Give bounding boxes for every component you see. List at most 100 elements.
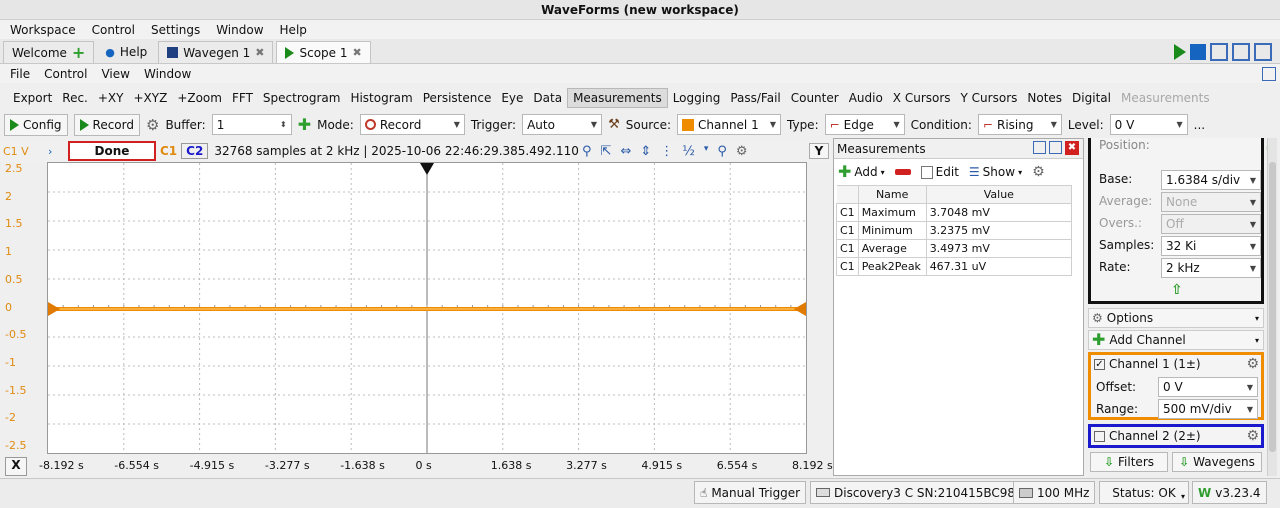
settings-scrollbar[interactable]: [1267, 138, 1277, 476]
table-row[interactable]: C1 Peak2Peak 467.31 uV: [836, 257, 1073, 276]
zoom-icon[interactable]: ⚲: [582, 144, 592, 159]
tab-welcome[interactable]: Welcome +: [3, 41, 95, 63]
settings-gear-icon[interactable]: ⚙: [1246, 428, 1259, 444]
samples-select[interactable]: 32 Ki ▼: [1161, 236, 1261, 256]
offset-input[interactable]: 0 V ▼: [1158, 377, 1258, 397]
scale-y-icon[interactable]: ⇱: [601, 144, 612, 159]
wavegens-button[interactable]: ⇩ Wavegens: [1172, 452, 1262, 472]
table-row[interactable]: C1 Average 3.4973 mV: [836, 239, 1073, 258]
trigger-select[interactable]: Auto ▼: [522, 114, 603, 135]
base-select[interactable]: 1.6384 s/div ▼: [1161, 170, 1261, 190]
spin-arrows-icon[interactable]: ⬍: [280, 120, 287, 129]
options-dropdown[interactable]: ⚙ Options ▾: [1088, 308, 1264, 328]
toolbar-passfail[interactable]: Pass/Fail: [725, 89, 785, 107]
x-axis-button[interactable]: X: [5, 457, 27, 476]
toolbar-counter[interactable]: Counter: [786, 89, 844, 107]
c2-toggle[interactable]: C2: [181, 143, 209, 159]
toolbar-xyz[interactable]: +XYZ: [128, 89, 172, 107]
align-icon[interactable]: ⋮: [660, 144, 673, 159]
window-cascade-icon[interactable]: [1210, 43, 1228, 61]
toolbar-spectrogram[interactable]: Spectrogram: [258, 89, 346, 107]
toolbar-digital[interactable]: Digital: [1067, 89, 1116, 107]
menu-window[interactable]: Window: [144, 67, 191, 81]
arrow-up-icon[interactable]: ⇧: [1171, 282, 1183, 298]
toolbar-fft[interactable]: FFT: [227, 89, 258, 107]
menu-settings[interactable]: Settings: [151, 23, 200, 37]
channel1-offset-marker[interactable]: [48, 302, 60, 316]
clock-button[interactable]: 100 MHz: [1013, 481, 1096, 504]
fit-y-icon[interactable]: ⇕: [640, 144, 651, 159]
rate-select[interactable]: 2 kHz ▼: [1161, 258, 1261, 278]
float-icon[interactable]: [1033, 141, 1046, 154]
filters-button[interactable]: ⇩ Filters: [1090, 452, 1168, 472]
fit-x-icon[interactable]: ⇔: [620, 144, 631, 159]
menu-workspace[interactable]: Workspace: [10, 23, 76, 37]
add-channel-dropdown[interactable]: ✚ Add Channel ▾: [1088, 330, 1264, 350]
numbering-icon[interactable]: ½: [682, 144, 695, 159]
toolbar-logging[interactable]: Logging: [668, 89, 726, 107]
level-input[interactable]: 0 V ▼: [1109, 114, 1188, 135]
close-icon[interactable]: ✖: [255, 46, 264, 59]
show-measurement-button[interactable]: ☰ Show ▾: [969, 165, 1022, 179]
scrollbar-thumb[interactable]: [1269, 162, 1276, 452]
close-icon[interactable]: ✖: [1065, 141, 1079, 155]
toolbar-measurements[interactable]: Measurements: [567, 87, 668, 108]
trigger-level-marker[interactable]: [794, 302, 806, 316]
dock-icon[interactable]: [1262, 66, 1276, 81]
menu-file[interactable]: File: [10, 67, 30, 81]
window-tile-icon[interactable]: [1232, 43, 1250, 61]
toolbar-notes[interactable]: Notes: [1022, 89, 1067, 107]
range-select[interactable]: 500 mV/div ▼: [1158, 399, 1258, 419]
toolbar-audio[interactable]: Audio: [844, 89, 888, 107]
toolbar-histogram[interactable]: Histogram: [345, 89, 417, 107]
add-measurement-button[interactable]: ✚ Add ▾: [838, 164, 885, 180]
device-button[interactable]: Discovery3 C SN:210415BC98F5: [810, 481, 1036, 504]
tab-help[interactable]: ● Help: [97, 41, 155, 63]
config-button[interactable]: Config: [4, 113, 68, 136]
channel2-checkbox[interactable]: [1094, 430, 1105, 442]
toolbar-x-cursors[interactable]: X Cursors: [888, 89, 956, 107]
toolbar-rec[interactable]: Rec.: [57, 89, 93, 107]
toolbar-export[interactable]: Export: [8, 89, 57, 107]
buffer-spinbox[interactable]: 1 ⬍: [211, 114, 292, 135]
menu-view[interactable]: View: [101, 67, 129, 81]
table-row[interactable]: C1 Minimum 3.2375 mV: [836, 221, 1073, 240]
menu-control[interactable]: Control: [44, 67, 87, 81]
version-button[interactable]: W v3.23.4: [1192, 481, 1267, 504]
settings-gear-icon[interactable]: ⚙: [146, 116, 159, 134]
tab-wavegen[interactable]: Wavegen 1 ✖: [158, 41, 274, 63]
table-row[interactable]: C1 Maximum 3.7048 mV: [836, 203, 1073, 222]
trigger-position-marker[interactable]: [420, 163, 434, 175]
condition-select[interactable]: ⌐ Rising ▼: [977, 114, 1062, 135]
menu-help[interactable]: Help: [280, 23, 307, 37]
status-indicator[interactable]: Status: OK ▾: [1099, 481, 1189, 504]
toolbar-data[interactable]: Data: [528, 89, 567, 107]
settings-gear-icon[interactable]: ⚙: [1032, 164, 1045, 180]
tab-scope[interactable]: Scope 1 ✖: [276, 41, 371, 63]
settings-gear-icon[interactable]: ⚙: [736, 144, 748, 159]
menu-window[interactable]: Window: [216, 23, 263, 37]
scope-plot[interactable]: [47, 162, 807, 454]
toolbar-zoom[interactable]: +Zoom: [172, 89, 227, 107]
type-select[interactable]: ⌐ Edge ▼: [824, 114, 905, 135]
y-axis-button[interactable]: Y: [809, 143, 829, 159]
expand-icon[interactable]: ›: [48, 145, 68, 158]
record-button[interactable]: Record: [73, 113, 140, 136]
settings-gear-icon[interactable]: ⚙: [1246, 356, 1259, 372]
toolbar-persistence[interactable]: Persistence: [418, 89, 497, 107]
toolbar-eye[interactable]: Eye: [496, 89, 528, 107]
add-icon[interactable]: ✚: [298, 116, 311, 132]
manual-trigger-button[interactable]: ☝ Manual Trigger: [694, 481, 807, 504]
more-options[interactable]: ...: [1194, 118, 1205, 132]
window-dock-icon[interactable]: [1254, 43, 1272, 61]
source-select[interactable]: Channel 1 ▼: [677, 114, 781, 135]
channel1-checkbox[interactable]: ✓: [1094, 358, 1105, 370]
add-tab-icon[interactable]: +: [72, 44, 85, 60]
maximize-icon[interactable]: [1049, 141, 1062, 154]
hammer-icon[interactable]: ⚒: [608, 117, 620, 132]
edit-measurement-button[interactable]: Edit: [920, 165, 959, 179]
toolbar-xy[interactable]: +XY: [93, 89, 129, 107]
run-all-icon[interactable]: [1174, 44, 1186, 60]
stop-all-icon[interactable]: [1190, 44, 1206, 60]
toolbar-y-cursors[interactable]: Y Cursors: [956, 89, 1023, 107]
